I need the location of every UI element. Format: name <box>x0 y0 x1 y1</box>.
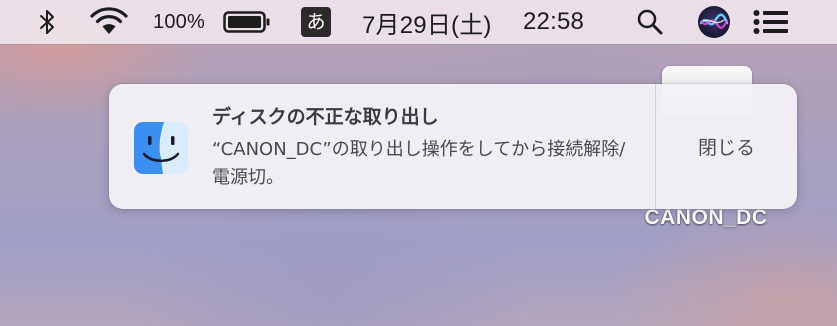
menu-bar: 100% あ 7月29日(土) 22:58 <box>0 0 837 44</box>
menubar-clock[interactable]: 22:58 <box>523 0 584 44</box>
input-method-indicator[interactable]: あ <box>301 0 331 44</box>
siri-icon[interactable] <box>697 0 731 44</box>
finder-icon <box>134 122 188 178</box>
bluetooth-icon[interactable] <box>38 0 58 44</box>
time-label: 22:58 <box>523 8 585 35</box>
drive-label[interactable]: CANON_DC <box>630 206 782 230</box>
battery-percentage-label: 100% <box>153 10 205 33</box>
input-method-label: あ <box>301 7 331 37</box>
close-button[interactable]: 閉じる <box>656 84 797 209</box>
list-icon[interactable] <box>753 0 789 44</box>
battery-percentage[interactable]: 100% <box>153 0 205 44</box>
wifi-icon[interactable] <box>88 0 130 44</box>
notification-banner[interactable]: ディスクの不正な取り出し “CANON_DC”の取り出し操作をしてから接続解除/… <box>109 84 797 209</box>
menubar-date[interactable]: 7月29日(土) <box>362 0 492 44</box>
notification-body: “CANON_DC”の取り出し操作をしてから接続解除/電源切。 <box>212 139 626 188</box>
notification-title: ディスクの不正な取り出し <box>212 106 439 128</box>
battery-full-icon[interactable] <box>223 0 271 44</box>
search-icon[interactable] <box>636 0 664 44</box>
date-label: 7月29日(土) <box>362 11 492 39</box>
desktop: 100% あ 7月29日(土) 22:58 CANON_DC ディスクの不正な取… <box>0 0 837 326</box>
